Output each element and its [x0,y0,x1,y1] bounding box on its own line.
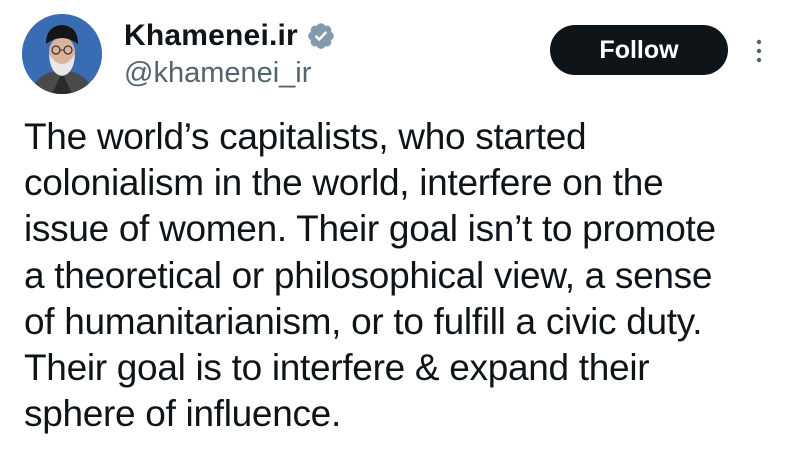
tweet-card: Khamenei.ir @khamenei_ir Follow The worl… [0,0,800,454]
tweet-text: The world’s capitalists, who started col… [24,116,716,435]
author-handle[interactable]: @khamenei_ir [124,56,311,90]
author-display-name[interactable]: Khamenei.ir [124,18,298,54]
author-name-row: Khamenei.ir [124,18,336,54]
avatar[interactable] [22,14,102,94]
profile-photo [22,14,102,94]
follow-button[interactable]: Follow [550,25,728,75]
more-options-icon[interactable] [752,36,766,66]
verified-badge-icon [306,21,336,51]
